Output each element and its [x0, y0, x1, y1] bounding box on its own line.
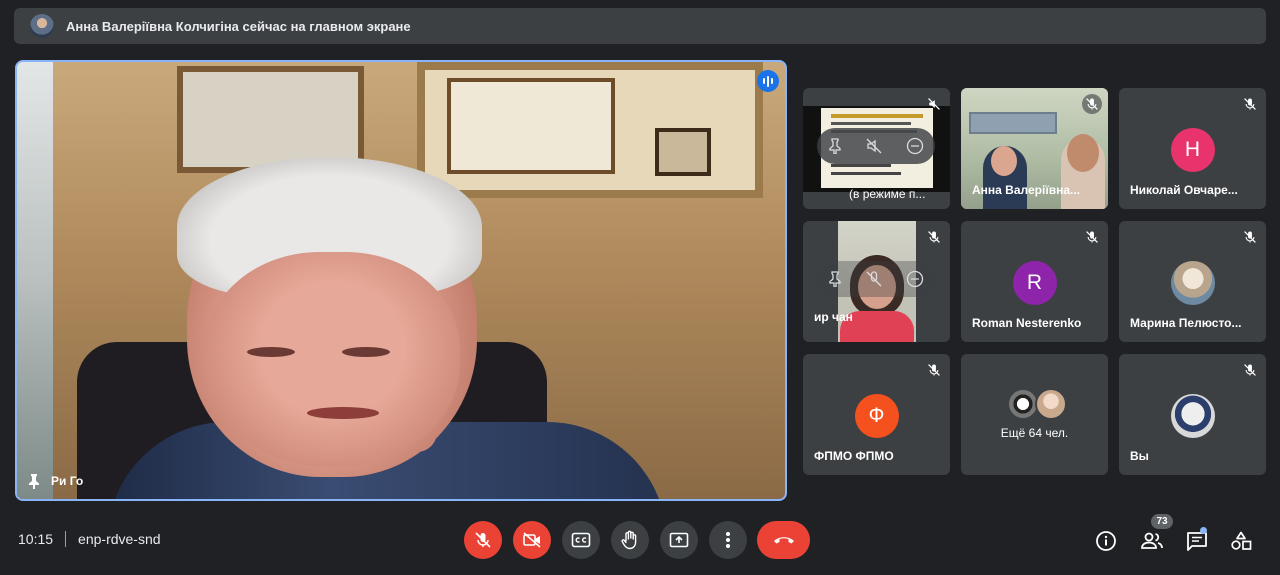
mic-off-icon — [924, 360, 944, 380]
clock-time: 10:15 — [18, 531, 54, 547]
participant-tile[interactable]: R Roman Nesterenko — [961, 221, 1108, 342]
background-frame-large — [417, 62, 763, 198]
present-screen-button[interactable] — [660, 521, 698, 559]
mic-off-icon — [1082, 227, 1102, 247]
present-to-all-icon — [669, 532, 689, 548]
participant-name: ир чан — [814, 310, 853, 324]
tile-hover-controls — [817, 261, 935, 297]
pin-icon[interactable] — [828, 271, 842, 287]
participants-count-badge: 73 — [1151, 514, 1173, 529]
leave-call-button[interactable] — [757, 521, 810, 559]
participant-tile-video[interactable]: Анна Валеріївна... — [961, 88, 1108, 209]
mic-off-icon — [1240, 227, 1260, 247]
raise-hand-button[interactable] — [611, 521, 649, 559]
presenting-banner-text: Анна Валеріївна Колчигіна сейчас на глав… — [66, 18, 411, 34]
speaker-eye — [342, 347, 390, 357]
hand-icon — [621, 530, 637, 550]
divider — [65, 531, 67, 547]
photo-avatar — [1170, 261, 1215, 305]
more-options-button[interactable] — [709, 521, 747, 559]
volume-off-icon[interactable] — [865, 137, 883, 155]
info-icon — [1096, 531, 1116, 551]
camera-toggle-button[interactable] — [513, 521, 551, 559]
participant-name: Roman Nesterenko — [972, 316, 1082, 330]
participant-tile[interactable]: Ф ФПМО ФПМО — [803, 354, 950, 475]
mic-off-icon — [475, 532, 491, 548]
more-vert-icon — [726, 532, 730, 548]
participant-tile[interactable]: Н Николай Овчаре... — [1119, 88, 1266, 209]
participant-tile-video[interactable]: ир чан — [803, 221, 950, 342]
mic-off-icon — [924, 227, 944, 247]
people-icon — [1141, 532, 1163, 549]
participant-name: (в режиме п... — [849, 187, 926, 201]
main-speaker-tile[interactable]: Ри Го — [15, 60, 787, 501]
volume-off-icon — [924, 94, 944, 114]
participant-name: Анна Валеріївна... — [972, 183, 1080, 197]
remove-icon[interactable] — [906, 137, 924, 155]
speaker-face — [205, 252, 460, 467]
self-tile[interactable]: Вы — [1119, 354, 1266, 475]
videocam-off-icon — [523, 532, 541, 548]
main-speaker-label: Ри Го — [27, 473, 83, 489]
audio-levels-icon — [757, 70, 779, 92]
participants-button[interactable] — [1137, 526, 1167, 556]
tile-hover-controls — [817, 128, 935, 164]
photo-avatar — [1170, 394, 1215, 438]
speaker-eye — [247, 347, 295, 357]
main-speaker-name: Ри Го — [51, 474, 84, 488]
speaker-mouth — [307, 407, 379, 419]
call-end-icon — [773, 537, 794, 544]
meeting-details-button[interactable] — [1091, 526, 1121, 556]
microphone-toggle-button[interactable] — [464, 521, 502, 559]
presenter-avatar — [30, 14, 54, 38]
closed-captions-icon — [571, 532, 591, 548]
letter-avatar: Н — [1170, 128, 1215, 172]
meeting-info: 10:15 enp-rdve-snd — [18, 531, 161, 547]
meeting-code[interactable]: enp-rdve-snd — [78, 531, 161, 547]
background-window — [17, 62, 53, 499]
mic-off-icon — [1240, 360, 1260, 380]
mic-off-icon[interactable] — [865, 270, 883, 288]
mic-off-icon — [1082, 94, 1102, 114]
participant-name: Марина Пелюсто... — [1130, 316, 1242, 330]
mic-off-icon — [1240, 94, 1260, 114]
presenting-banner: Анна Валеріївна Колчигіна сейчас на глав… — [14, 8, 1266, 44]
participant-name: Вы — [1130, 449, 1149, 463]
more-participants-label: Ещё 64 чел. — [1000, 426, 1069, 440]
background-picture — [655, 128, 711, 176]
participant-tile[interactable]: Марина Пелюсто... — [1119, 221, 1266, 342]
activities-button[interactable] — [1226, 526, 1256, 556]
pin-icon[interactable] — [27, 473, 41, 489]
letter-avatar: R — [1012, 261, 1057, 305]
participant-name: Николай Овчаре... — [1130, 183, 1238, 197]
avatar — [1035, 388, 1067, 420]
more-participants-tile[interactable]: Ещё 64 чел. — [961, 354, 1108, 475]
chat-button[interactable] — [1182, 526, 1212, 556]
captions-button[interactable] — [562, 521, 600, 559]
pin-icon[interactable] — [828, 138, 842, 154]
activities-shapes-icon — [1231, 531, 1252, 550]
participant-name: ФПМО ФПМО — [814, 449, 894, 463]
chat-unread-dot — [1200, 527, 1207, 534]
chat-icon — [1187, 532, 1207, 551]
more-participants-avatars — [1007, 388, 1067, 420]
letter-avatar: Ф — [854, 394, 899, 438]
participant-tile-presentation[interactable]: (в режиме п... — [803, 88, 950, 209]
remove-icon[interactable] — [906, 270, 924, 288]
